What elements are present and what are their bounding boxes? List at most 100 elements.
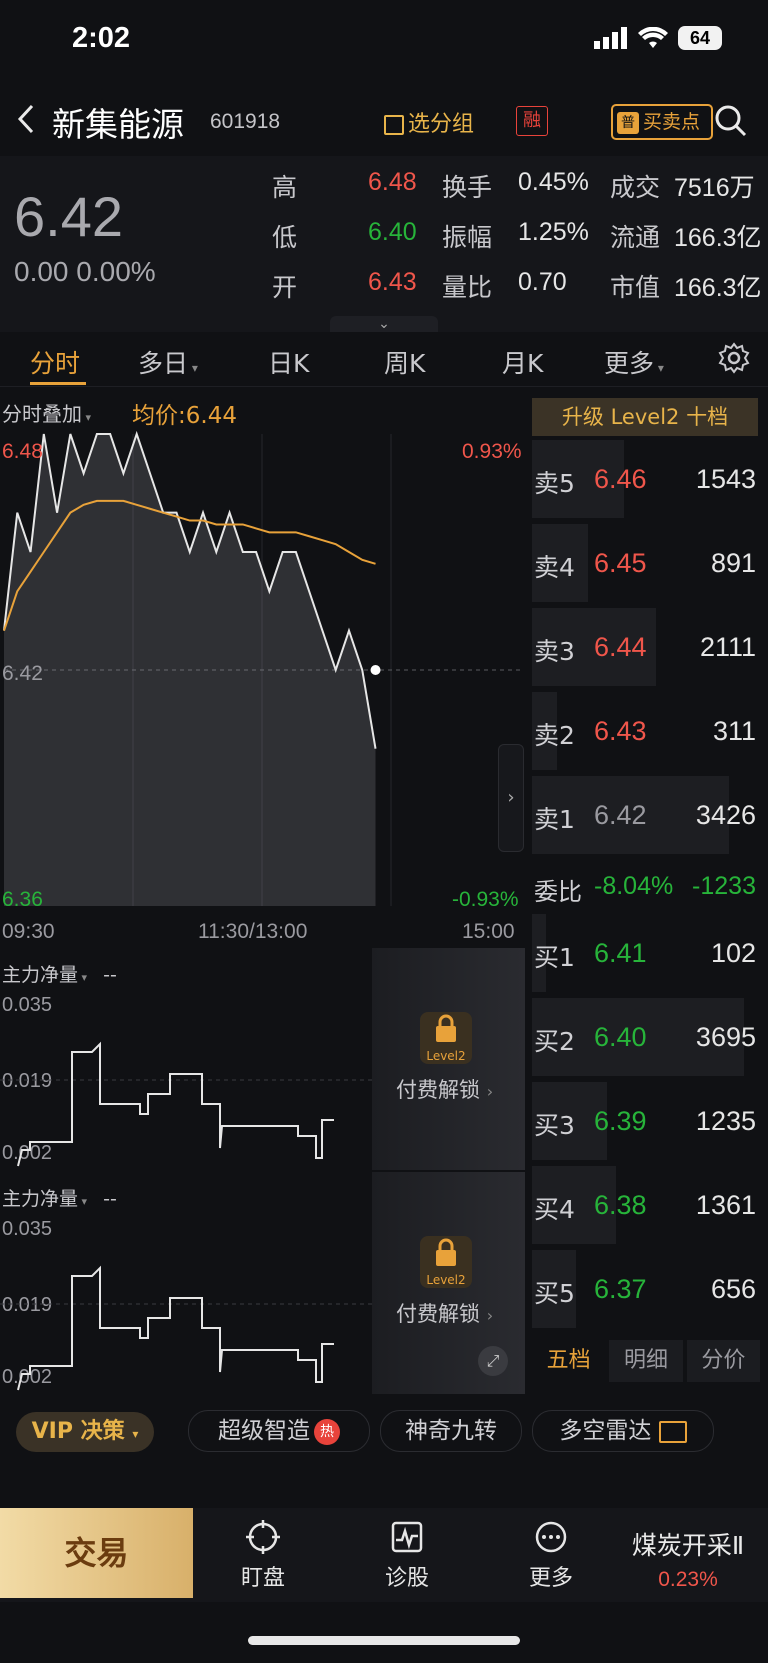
tab-monthly-k[interactable]: 月K	[502, 344, 543, 380]
hot-badge: 热	[314, 1418, 340, 1445]
bids-level-price: 6.40	[594, 1022, 647, 1052]
tab-more-label: 更多	[604, 349, 655, 378]
settings-gear-icon[interactable]	[718, 342, 750, 378]
signal-icon	[594, 27, 627, 49]
bids-level-row[interactable]: 买1 6.41 102	[532, 914, 760, 992]
indicator-selector[interactable]: 主力净量 ▾ --	[2, 1184, 117, 1211]
indicator-label: 主力净量	[2, 1188, 79, 1210]
sector-name: 煤炭开采Ⅱ	[631, 1531, 745, 1560]
stat-label: 流通	[610, 223, 661, 252]
chart-bottom-pct: -0.93%	[452, 888, 519, 911]
bottom-nav: 交易 盯盘 诊股 更多 煤炭开采Ⅱ 0.23%	[0, 1508, 768, 1602]
level2-lock-overlay[interactable]: Level2 付费解锁 ›	[372, 948, 525, 1170]
stock-code: 601918	[210, 110, 281, 133]
collapse-panel-chevron-icon[interactable]: ›	[498, 744, 524, 852]
ratio-value: -1233	[692, 872, 756, 900]
asks-level-price: 6.45	[594, 548, 647, 578]
bids-level-row[interactable]: 买2 6.40 3695	[532, 998, 760, 1076]
asks-level-label: 卖2	[534, 721, 575, 750]
trade-button[interactable]: 交易	[0, 1508, 193, 1598]
radar-label: 多空雷达	[559, 1418, 652, 1444]
asks-level-price: 6.44	[594, 632, 647, 662]
asks-level-row[interactable]: 卖5 6.46 1543	[532, 440, 760, 518]
asks-level-row[interactable]: 卖2 6.43 311	[532, 692, 760, 770]
asks-level-label: 卖5	[534, 469, 575, 498]
stat-value: 7516万	[674, 174, 755, 202]
asks-level-volume: 1543	[695, 464, 756, 494]
decision-bar: VIP 决策 ▾ 超级智造热 神奇九转 多空雷达	[0, 1400, 768, 1464]
sector-link[interactable]: 煤炭开采Ⅱ 0.23%	[618, 1526, 758, 1592]
tab-daily-k[interactable]: 日K	[268, 344, 309, 380]
wifi-icon	[638, 27, 668, 48]
asks-level-row[interactable]: 卖4 6.45 891	[532, 524, 760, 602]
price-area	[4, 434, 376, 906]
tab-intraday[interactable]: 分时	[30, 344, 80, 380]
more-dots-icon	[535, 1521, 567, 1553]
status-time: 2:02	[72, 22, 131, 54]
tab-details[interactable]: 明细	[609, 1340, 683, 1382]
stat-value: 166.3亿	[674, 224, 762, 252]
tab-multi-day[interactable]: 多日 ▾	[138, 344, 198, 380]
indicator-line-2	[0, 1265, 372, 1391]
bids-level-price: 6.38	[594, 1190, 647, 1220]
bids-level-volume: 1361	[695, 1190, 756, 1220]
super-smart-label: 超级智造	[218, 1418, 310, 1444]
long-short-radar-button[interactable]: 多空雷达	[532, 1410, 714, 1452]
latest-price-dot	[370, 665, 381, 675]
nav-diagnose-label: 诊股	[384, 1566, 429, 1591]
sector-pct: 0.23%	[658, 1568, 718, 1591]
vip-decision-button[interactable]: VIP 决策 ▾	[16, 1412, 154, 1452]
margin-badge: 融	[516, 106, 548, 136]
lock-icon: Level2	[420, 1236, 472, 1288]
tab-weekly-k[interactable]: 周K	[384, 344, 425, 380]
search-icon[interactable]	[714, 104, 750, 140]
stock-header: 新集能源 601918 选分组 融 普买卖点	[0, 92, 768, 154]
bids-level-row[interactable]: 买5 6.37 656	[532, 1250, 760, 1328]
tab-more[interactable]: 更多 ▾	[604, 344, 664, 380]
overlay-label: 分时叠加	[2, 402, 82, 426]
expand-quote-handle[interactable]: ⌄	[330, 316, 438, 332]
buy-sell-point-button[interactable]: 普买卖点	[611, 104, 713, 140]
stat-label: 市值	[610, 273, 661, 302]
bids-level-label: 买1	[534, 943, 575, 972]
stat-label: 成交	[610, 173, 661, 202]
back-icon[interactable]	[14, 102, 48, 142]
stock-name: 新集能源	[52, 105, 184, 144]
asks-level-label: 卖4	[534, 553, 575, 582]
home-indicator	[248, 1636, 520, 1645]
battery-indicator: 64	[678, 26, 722, 50]
super-smart-button[interactable]: 超级智造热	[188, 1410, 370, 1452]
fullscreen-icon[interactable]: ⤢	[478, 1346, 508, 1376]
nav-diagnose[interactable]: 诊股	[352, 1520, 462, 1592]
bids-level-volume: 3695	[695, 1022, 756, 1052]
level2-lock-overlay[interactable]: Level2 付费解锁 › ⤢	[372, 1172, 525, 1394]
indicator-selector[interactable]: 主力净量 ▾ --	[2, 960, 117, 987]
asks-level-volume: 3426	[695, 800, 756, 830]
bids-level-volume: 656	[710, 1274, 756, 1304]
intraday-chart	[3, 430, 520, 906]
asks-level-row[interactable]: 卖3 6.44 2111	[532, 608, 760, 686]
upgrade-level2-button[interactable]: 升级 Level2 十档	[532, 398, 758, 436]
change-value: 0.00	[14, 256, 69, 287]
nav-more-label: 更多	[528, 1566, 573, 1591]
order-book-tabs: 五档 明细 分价	[532, 1340, 760, 1382]
indicator-panel-1: 主力净量 ▾ -- 0.035 0.019 0.002 Level2 付费解锁 …	[0, 948, 525, 1170]
bids-level-row[interactable]: 买3 6.39 1235	[532, 1082, 760, 1160]
stat-value: 6.48	[368, 168, 417, 196]
nav-more[interactable]: 更多	[496, 1520, 606, 1592]
nav-watch[interactable]: 盯盘	[208, 1520, 318, 1592]
bids-level-row[interactable]: 买4 6.38 1361	[532, 1166, 760, 1244]
magic-nine-button[interactable]: 神奇九转	[380, 1410, 522, 1452]
tab-price-distribution[interactable]: 分价	[686, 1340, 760, 1382]
vip-label: VIP 决策	[31, 1419, 125, 1444]
bids-level-label: 买5	[534, 1279, 575, 1308]
commission-ratio-row: 委比 -8.04% -1233	[532, 868, 760, 906]
select-group-button[interactable]: 选分组	[384, 106, 474, 138]
asks-level-label: 卖3	[534, 637, 575, 666]
asks-level-row[interactable]: 卖1 6.42 3426	[532, 776, 760, 854]
stat-value: 6.43	[368, 268, 417, 296]
asks-level-price: 6.43	[594, 716, 647, 746]
tab-five-levels[interactable]: 五档	[532, 1340, 605, 1382]
overlay-selector[interactable]: 分时叠加 ▾	[2, 398, 91, 427]
select-group-label: 选分组	[408, 112, 475, 137]
